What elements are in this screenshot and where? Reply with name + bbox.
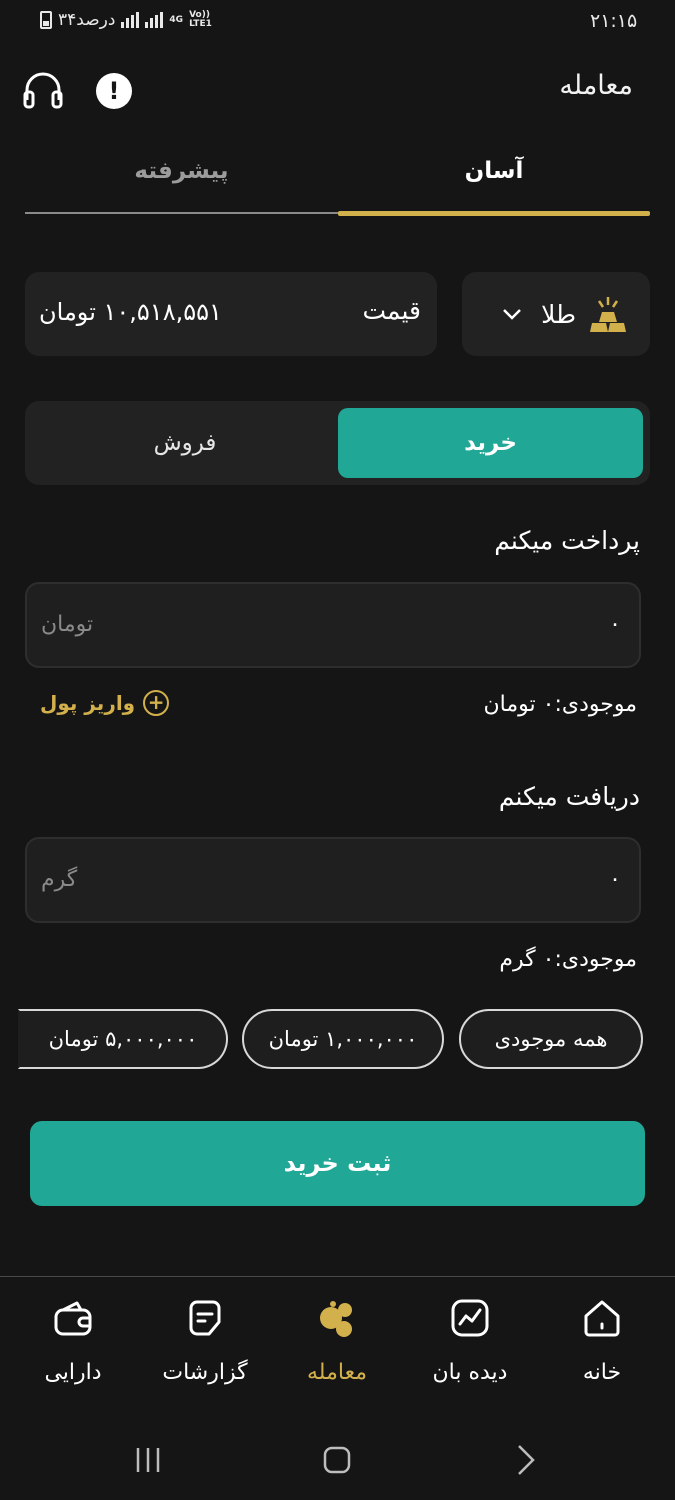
home-icon [584, 1300, 620, 1337]
receive-unit-label: گرم [41, 867, 78, 892]
nav-item-trade[interactable]: معامله [272, 1296, 402, 1396]
alert-icon[interactable]: ! [96, 73, 132, 109]
price-label: قیمت [362, 296, 422, 325]
tab-easy[interactable]: آسان [338, 158, 650, 194]
receive-amount-value: ۰ [609, 867, 621, 892]
receive-label: دریافت میکنم [498, 782, 640, 811]
home-system-icon[interactable] [317, 1440, 357, 1480]
tab-advanced[interactable]: پیشرفته [25, 158, 338, 194]
wallet-icon [54, 1301, 92, 1336]
pay-balance: موجودی:۰ تومان [483, 692, 638, 717]
receive-balance: موجودی:۰ گرم [499, 947, 637, 972]
tab-active-indicator [338, 211, 650, 216]
pay-amount-value: ۰ [609, 612, 621, 637]
nav-label-home: خانه [582, 1360, 622, 1385]
status-time: ۲۱:۱۵ [590, 10, 638, 32]
receive-amount-input[interactable]: ۰ گرم [25, 837, 641, 923]
nav-label-watchlist: دیده بان [432, 1360, 508, 1385]
nav-item-watchlist[interactable]: دیده بان [405, 1296, 535, 1396]
battery-icon [40, 11, 52, 29]
nav-item-home[interactable]: خانه [537, 1296, 667, 1396]
gold-bars-icon [590, 297, 626, 332]
status-bar: ۳۴درصد 4G Vo)) LTE1 ۲۱:۱۵ [0, 0, 675, 44]
page-title: معامله [559, 70, 633, 101]
chip-5m[interactable]: ۵,۰۰۰,۰۰۰ تومان [18, 1009, 228, 1069]
asset-label: طلا [541, 299, 576, 329]
buy-toggle-button[interactable]: خرید [338, 408, 643, 478]
submit-buy-button[interactable]: ثبت خرید [30, 1121, 645, 1206]
sell-toggle-button[interactable]: فروش [32, 408, 338, 478]
nav-label-trade: معامله [307, 1360, 367, 1385]
trade-coins-icon [320, 1301, 352, 1337]
signal-icon-2 [145, 12, 164, 28]
price-value: ۱۰,۵۱۸,۵۵۱ تومان [39, 298, 222, 326]
pay-amount-input[interactable]: ۰ تومان [25, 582, 641, 668]
back-chevron-icon[interactable] [505, 1440, 545, 1480]
nav-item-assets[interactable]: دارایی [8, 1296, 138, 1396]
network-type: 4G [169, 14, 184, 25]
deposit-label: واریز پول [40, 691, 136, 715]
watchlist-chart-icon [451, 1299, 489, 1337]
chip-1m[interactable]: ۱,۰۰۰,۰۰۰ تومان [242, 1009, 444, 1069]
volte-indicator: Vo)) LTE1 [189, 10, 212, 29]
recent-apps-icon[interactable] [128, 1440, 168, 1480]
price-card: قیمت ۱۰,۵۱۸,۵۵۱ تومان [25, 272, 437, 356]
chip-all-balance[interactable]: همه موجودی [459, 1009, 643, 1069]
nav-label-reports: گزارشات [162, 1360, 248, 1385]
asset-select[interactable]: طلا [462, 272, 650, 356]
pay-label: پرداخت میکنم [494, 526, 640, 555]
nav-item-reports[interactable]: گزارشات [140, 1296, 270, 1396]
signal-icon [121, 12, 140, 28]
status-indicators: ۳۴درصد 4G Vo)) LTE1 [40, 10, 217, 30]
reports-icon [189, 1300, 221, 1336]
chevron-down-icon [503, 309, 522, 320]
deposit-button[interactable]: + واریز پول [40, 690, 170, 716]
bottom-nav-divider [0, 1276, 675, 1277]
headset-icon[interactable] [22, 70, 64, 110]
pay-unit-label: تومان [41, 612, 94, 637]
plus-circle-icon: + [143, 690, 170, 716]
battery-percent: ۳۴درصد [58, 10, 116, 30]
nav-label-assets: دارایی [44, 1360, 102, 1385]
